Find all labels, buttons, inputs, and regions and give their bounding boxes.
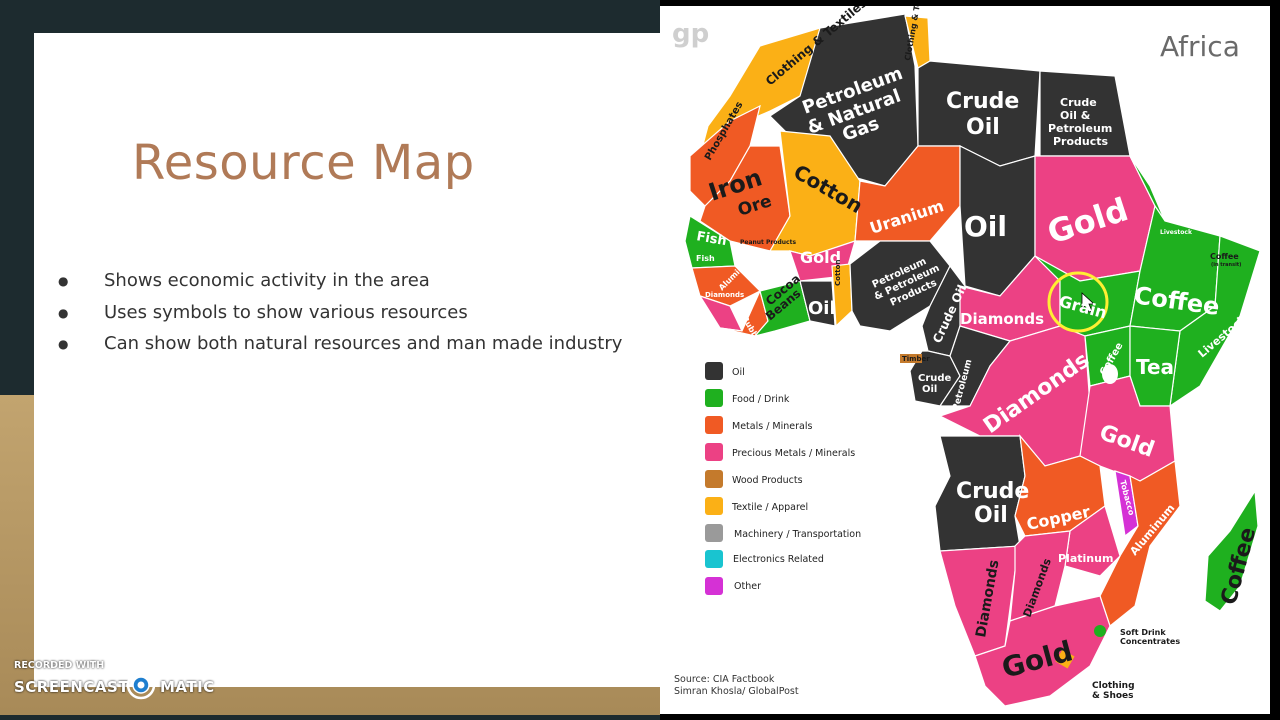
label-crude-oil-ang-1: Crude <box>956 479 1029 504</box>
label-timber: Timber <box>902 355 930 363</box>
label-livestock-n: Livestock <box>1160 229 1193 236</box>
label-diamonds-w: Diamonds <box>705 291 744 299</box>
bullet-item: Can show both natural resources and man … <box>58 330 622 362</box>
label-crude-oil-egypt-1: Crude <box>1060 96 1097 109</box>
soft-drink-marker <box>1094 625 1106 637</box>
label-soft-drink-1: Soft Drink <box>1120 628 1166 637</box>
map-canvas: gp Africa Clothing & Textiles Clothing &… <box>672 6 1261 707</box>
bullet-list: Shows economic activity in the area Uses… <box>58 267 622 362</box>
label-coffee-small: Coffee <box>1210 252 1239 261</box>
legend-label-electronics: Electronics Related <box>733 554 824 565</box>
map-source-line-2: Simran Khosla/ GlobalPost <box>674 686 799 697</box>
legend-label-oil: Oil <box>732 367 745 378</box>
watermark-right-text: MATIC <box>160 678 215 696</box>
label-clothing-shoes-2: & Shoes <box>1092 691 1134 701</box>
legend-swatch-electronics <box>705 550 723 568</box>
label-crude-oil-libya-2: Oil <box>966 115 1000 140</box>
label-crude-oil-gab-1: Crude <box>918 373 952 384</box>
map-title: Africa <box>1160 30 1240 63</box>
label-peanut-products: Peanut Products <box>740 239 796 246</box>
legend-label-precious: Precious Metals / Minerals <box>732 448 855 459</box>
label-diamonds-car: Diamonds <box>960 310 1044 328</box>
legend-label-metals: Metals / Minerals <box>732 421 812 432</box>
watermark-top-text: RECORDED WITH <box>14 660 105 671</box>
slide-title: Resource Map <box>132 135 475 191</box>
legend-label-machinery: Machinery / Transportation <box>734 529 861 540</box>
legend-swatch-food <box>705 389 723 407</box>
label-crude-oil-egypt-3: Petroleum <box>1048 122 1112 135</box>
label-fish-2: Fish <box>696 254 715 263</box>
bullet-item: Uses symbols to show various resources <box>58 299 622 331</box>
watermark-left-text: SCREENCAST <box>14 678 130 696</box>
legend-swatch-wood <box>705 470 723 488</box>
legend-swatch-precious <box>705 443 723 461</box>
label-clothing-shoes-1: Clothing <box>1092 681 1135 691</box>
legend-swatch-textile <box>705 497 723 515</box>
legend-swatch-other <box>705 577 723 595</box>
legend-label-wood: Wood Products <box>732 475 803 486</box>
label-soft-drink-2: Concentrates <box>1120 637 1180 646</box>
africa-resource-map: gp Africa Clothing & Textiles Clothing &… <box>660 6 1270 714</box>
screencast-logo-icon <box>126 670 156 700</box>
label-cotton-w: Cotton <box>834 260 842 286</box>
label-tea: Tea <box>1136 355 1174 379</box>
label-oil-nigeria: Oil <box>808 298 836 319</box>
screencast-watermark: RECORDED WITH SCREENCAST MATIC <box>14 660 224 702</box>
legend-swatch-machinery <box>705 524 723 542</box>
label-coffee-small-sub: (in transit) <box>1211 262 1241 268</box>
label-crude-oil-egypt-4: Products <box>1053 135 1109 148</box>
legend-label-other: Other <box>734 581 761 592</box>
legend-label-textile: Textile / Apparel <box>731 502 808 513</box>
legend-swatch-metals <box>705 416 723 434</box>
map-source-line-1: Source: CIA Factbook <box>674 674 775 685</box>
legend-label-food: Food / Drink <box>732 394 790 405</box>
label-crude-oil-gab-2: Oil <box>922 384 937 395</box>
gp-logo: gp <box>672 19 709 49</box>
label-crude-oil-egypt-2: Oil & <box>1060 109 1091 122</box>
label-crude-oil-ang-2: Oil <box>974 503 1008 528</box>
label-crude-oil-libya-1: Crude <box>946 89 1019 114</box>
label-platinum: Platinum <box>1058 552 1113 565</box>
label-oil-chad: Oil <box>964 210 1007 243</box>
bullet-item: Shows economic activity in the area <box>58 267 622 299</box>
map-legend: Oil Food / Drink Metals / Minerals Preci… <box>705 362 861 595</box>
legend-swatch-oil <box>705 362 723 380</box>
